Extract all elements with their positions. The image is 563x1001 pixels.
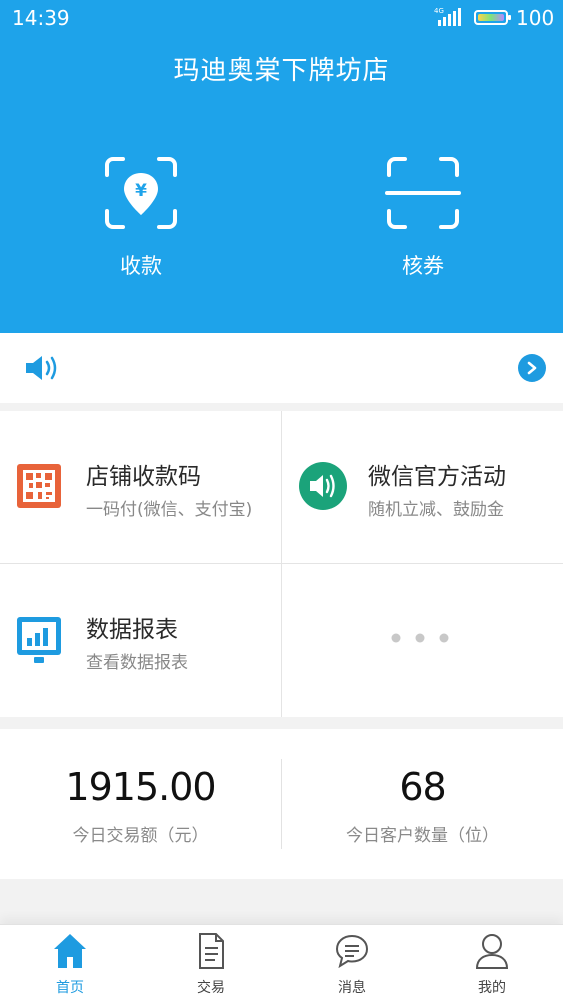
tab-profile[interactable]: 我的 bbox=[422, 925, 562, 1001]
store-qr-code-item[interactable]: 店铺收款码 一码付(微信、支付宝) bbox=[0, 411, 281, 563]
speaker-circle-icon bbox=[299, 462, 347, 510]
tab-transactions-label: 交易 bbox=[197, 980, 225, 996]
collect-payment-label: 收款 bbox=[120, 254, 162, 278]
battery-icon bbox=[474, 10, 511, 25]
svg-text:¥: ¥ bbox=[135, 181, 147, 201]
today-customers-stat[interactable]: 68 今日客户数量（位） bbox=[282, 729, 563, 879]
today-amount-stat[interactable]: 1915.00 今日交易额（元） bbox=[0, 729, 281, 879]
today-customers-label: 今日客户数量（位） bbox=[346, 826, 499, 846]
notice-more-button[interactable] bbox=[518, 354, 546, 382]
message-icon bbox=[335, 934, 369, 969]
status-time: 14:39 bbox=[12, 6, 70, 30]
today-amount-value: 1915.00 bbox=[65, 765, 216, 809]
wechat-activity-subtitle: 随机立减、鼓励金 bbox=[368, 500, 504, 520]
today-amount-label: 今日交易额（元） bbox=[72, 826, 209, 846]
more-features-item[interactable] bbox=[282, 564, 563, 716]
wechat-activity-item[interactable]: 微信官方活动 随机立减、鼓励金 bbox=[282, 411, 563, 563]
more-dots-icon bbox=[391, 633, 449, 643]
scan-frame-icon bbox=[385, 157, 461, 229]
feature-grid: 店铺收款码 一码付(微信、支付宝) 微信官方活动 随机立减、鼓励金 数据报表 查… bbox=[0, 411, 563, 717]
store-qr-code-title: 店铺收款码 bbox=[86, 464, 201, 490]
tab-messages[interactable]: 消息 bbox=[282, 925, 422, 1001]
document-icon bbox=[199, 933, 224, 969]
battery-level: 100 bbox=[516, 6, 555, 30]
tab-home-label: 首页 bbox=[56, 980, 84, 996]
status-bar: 14:39 4G 100 bbox=[0, 0, 563, 36]
data-report-title: 数据报表 bbox=[86, 617, 178, 643]
today-stats: 1915.00 今日交易额（元） 68 今日客户数量（位） bbox=[0, 729, 563, 879]
header: 14:39 4G 100 玛迪奥棠下牌坊店 ¥ 收款 核券 bbox=[0, 0, 563, 333]
wechat-activity-title: 微信官方活动 bbox=[368, 464, 506, 490]
home-icon bbox=[54, 934, 86, 968]
collect-payment-button[interactable]: ¥ 收款 bbox=[81, 150, 201, 290]
grid-divider-vertical bbox=[281, 411, 282, 717]
today-customers-value: 68 bbox=[399, 765, 446, 809]
tab-messages-label: 消息 bbox=[338, 980, 366, 996]
notice-bar[interactable] bbox=[0, 333, 563, 403]
signal-icon: 4G bbox=[434, 7, 461, 26]
verify-coupon-button[interactable]: 核券 bbox=[363, 150, 483, 290]
report-chart-icon bbox=[17, 617, 61, 663]
yuan-scan-icon: ¥ bbox=[105, 157, 177, 229]
data-report-item[interactable]: 数据报表 查看数据报表 bbox=[0, 564, 281, 716]
data-report-subtitle: 查看数据报表 bbox=[86, 653, 188, 673]
store-name: 玛迪奥棠下牌坊店 bbox=[173, 56, 390, 86]
tab-transactions[interactable]: 交易 bbox=[141, 925, 281, 1001]
user-icon bbox=[475, 934, 509, 969]
qr-code-icon bbox=[17, 464, 61, 508]
grid-divider-horizontal bbox=[0, 563, 563, 564]
network-type: 4G bbox=[434, 7, 444, 15]
tab-profile-label: 我的 bbox=[478, 980, 506, 996]
speaker-icon bbox=[26, 356, 57, 380]
tab-home[interactable]: 首页 bbox=[0, 925, 140, 1001]
chevron-right-icon bbox=[527, 361, 537, 375]
bottom-tab-bar: 首页 交易 消息 我的 bbox=[0, 924, 563, 1001]
store-qr-code-subtitle: 一码付(微信、支付宝) bbox=[86, 500, 253, 520]
verify-coupon-label: 核券 bbox=[402, 254, 444, 278]
